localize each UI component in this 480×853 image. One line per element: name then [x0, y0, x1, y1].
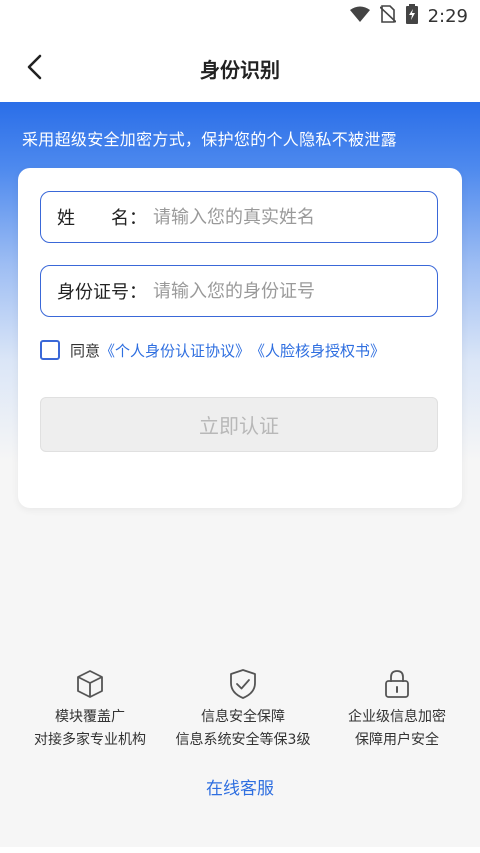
feature-item: 信息安全保障 信息系统安全等保3级: [163, 668, 323, 749]
agreement-checkbox[interactable]: [40, 340, 60, 360]
online-service-link[interactable]: 在线客服: [0, 774, 480, 799]
feature-subtitle: 保障用户安全: [355, 732, 439, 748]
feature-title: 模块覆盖广: [55, 709, 125, 725]
id-number-field[interactable]: 身份证号：: [40, 265, 438, 317]
identity-agreement-link[interactable]: 《个人身份认证协议》: [100, 340, 250, 361]
name-field-label: 姓 名：: [57, 208, 147, 229]
agreement-prefix: 同意: [70, 341, 101, 360]
shield-check-icon: [163, 668, 323, 700]
app-header: 身份识别: [0, 32, 480, 102]
feature-title: 企业级信息加密: [348, 709, 446, 725]
feature-title: 信息安全保障: [201, 709, 285, 725]
bottom-bar: [0, 847, 480, 853]
id-number-field-label: 身份证号：: [57, 282, 147, 303]
feature-item: 模块覆盖广 对接多家专业机构: [10, 668, 170, 749]
page-title: 身份识别: [200, 58, 280, 82]
battery-charging-icon: [405, 4, 418, 28]
status-bar: 2:29: [0, 0, 480, 32]
feature-item: 企业级信息加密 保障用户安全: [317, 668, 477, 749]
status-time: 2:29: [427, 5, 468, 27]
verification-form-card: 姓 名： 身份证号： 同意 《个人身份认证协议》 《人脸核身授权书》 立即认证: [18, 168, 462, 508]
face-authorization-link[interactable]: 《人脸核身授权书》: [250, 340, 385, 361]
wifi-icon: [349, 6, 370, 26]
id-number-input[interactable]: [147, 280, 437, 302]
agreement-row: 同意 《个人身份认证协议》 《人脸核身授权书》: [40, 338, 385, 362]
name-field[interactable]: 姓 名：: [40, 191, 438, 243]
name-input[interactable]: [147, 206, 437, 228]
verify-now-button[interactable]: 立即认证: [40, 397, 438, 452]
feature-list: 模块覆盖广 对接多家专业机构 信息安全保障 信息系统安全等保3级 企业级信息加密…: [0, 668, 480, 748]
no-sim-icon: [379, 5, 397, 27]
cube-icon: [10, 668, 170, 700]
feature-subtitle: 对接多家专业机构: [34, 732, 146, 748]
status-icons: 2:29: [349, 4, 468, 28]
privacy-notice: 采用超级安全加密方式，保护您的个人隐私不被泄露: [22, 130, 397, 149]
feature-subtitle: 信息系统安全等保3级: [175, 732, 311, 748]
lock-icon: [317, 668, 477, 700]
